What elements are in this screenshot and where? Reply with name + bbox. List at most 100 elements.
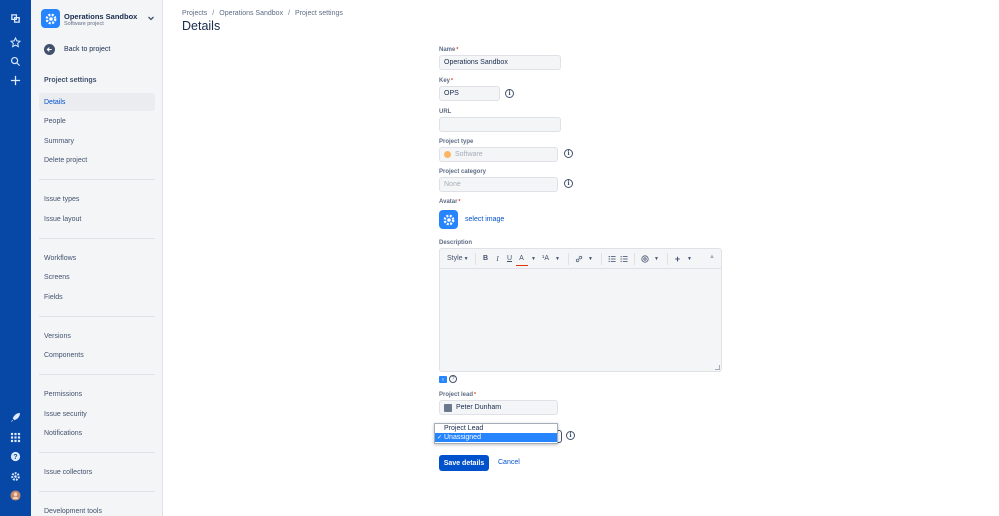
- project-lead-label: Project lead*: [439, 392, 476, 398]
- project-type-label: Project type: [439, 139, 474, 145]
- star-icon[interactable]: [9, 36, 22, 49]
- resize-handle-icon[interactable]: [715, 365, 720, 370]
- sidebar-item-issue-types[interactable]: Issue types: [39, 190, 155, 208]
- project-category-select[interactable]: None: [439, 177, 558, 192]
- insert-more-button[interactable]: +: [672, 252, 684, 266]
- save-details-button[interactable]: Save details: [439, 455, 489, 471]
- select-image-link[interactable]: select image: [465, 216, 504, 223]
- chevron-down-icon[interactable]: ▼: [684, 252, 696, 266]
- divider: [39, 374, 155, 375]
- sidebar-item-notifications[interactable]: Notifications: [39, 424, 155, 442]
- divider: [39, 238, 155, 239]
- name-label: Name*: [439, 47, 459, 53]
- url-label: URL: [439, 109, 452, 115]
- sidebar-item-workflows[interactable]: Workflows: [39, 249, 155, 267]
- text-size-button[interactable]: ¹A: [540, 252, 552, 266]
- info-icon[interactable]: i: [505, 89, 514, 98]
- project-settings-title: Project settings: [44, 77, 97, 84]
- toolbar-separator: [474, 252, 476, 265]
- editor-toolbar: Style ▼ B I U A ▼ ¹A ▼ ▼ ▼ + ▼: [440, 249, 721, 269]
- sidebar-item-issue-collectors[interactable]: Issue collectors: [39, 463, 155, 481]
- chevron-down-icon[interactable]: ▼: [552, 252, 564, 266]
- avatar: [444, 403, 452, 412]
- chevron-down-icon[interactable]: ▼: [585, 252, 597, 266]
- breadcrumb: Projects / Operations Sandbox / Project …: [182, 10, 343, 17]
- info-icon[interactable]: i: [564, 179, 573, 188]
- style-dropdown[interactable]: Style ▼: [445, 252, 471, 266]
- dropdown-option-unassigned[interactable]: ✓ Unassigned: [435, 433, 557, 442]
- sidebar-item-issue-security[interactable]: Issue security: [39, 405, 155, 423]
- breadcrumb-project[interactable]: Operations Sandbox: [219, 10, 283, 17]
- help-icon[interactable]: ?: [449, 375, 457, 383]
- software-type-icon: [444, 151, 451, 158]
- bold-button[interactable]: B: [480, 252, 492, 266]
- key-input[interactable]: OPS: [439, 86, 500, 101]
- mention-icon[interactable]: [639, 252, 651, 266]
- sidebar-item-summary[interactable]: Summary: [39, 132, 155, 150]
- back-to-project-label: Back to project: [64, 45, 111, 53]
- chevron-down-icon[interactable]: [147, 14, 155, 22]
- svg-text:?: ?: [13, 454, 17, 461]
- toolbar-separator: [567, 252, 569, 265]
- wiki-markup-icon[interactable]: ≡: [439, 376, 447, 383]
- user-avatar[interactable]: [9, 489, 22, 502]
- avatar-label: Avatar*: [439, 199, 461, 205]
- sidebar-item-people[interactable]: People: [39, 112, 155, 130]
- underline-button[interactable]: U: [504, 252, 516, 266]
- sidebar-item-delete-project[interactable]: Delete project: [39, 151, 155, 169]
- jira-logo-icon[interactable]: [9, 12, 22, 25]
- sidebar-item-fields[interactable]: Fields: [39, 288, 155, 306]
- rocket-icon[interactable]: [9, 411, 22, 424]
- sidebar-item-details[interactable]: Details: [39, 93, 155, 111]
- breadcrumb-separator: /: [212, 10, 215, 17]
- cancel-button[interactable]: Cancel: [498, 459, 520, 466]
- breadcrumb-project-settings[interactable]: Project settings: [295, 10, 343, 17]
- sidebar-item-development-tools[interactable]: Development tools: [39, 502, 155, 516]
- name-input[interactable]: Operations Sandbox: [439, 55, 561, 70]
- search-icon[interactable]: [9, 55, 22, 68]
- apps-grid-icon[interactable]: [9, 431, 22, 444]
- toolbar-separator: [633, 252, 635, 265]
- divider: [39, 491, 155, 492]
- sidebar-item-screens[interactable]: Screens: [39, 268, 155, 286]
- dropdown-option-project-lead[interactable]: Project Lead: [435, 424, 557, 433]
- bullet-list-icon[interactable]: [606, 252, 618, 266]
- sidebar-item-versions[interactable]: Versions: [39, 327, 155, 345]
- project-header[interactable]: Operations Sandbox Software project: [41, 9, 159, 29]
- breadcrumb-separator: /: [288, 10, 291, 17]
- default-assignee-dropdown[interactable]: Project Lead ✓ Unassigned: [434, 423, 558, 444]
- back-to-project-link[interactable]: Back to project: [44, 43, 110, 55]
- url-input[interactable]: [439, 117, 561, 132]
- global-nav: ?: [0, 0, 31, 516]
- numbered-list-icon[interactable]: [618, 252, 630, 266]
- collapse-toolbar-icon[interactable]: ▲: [709, 254, 715, 260]
- gear-icon[interactable]: [9, 470, 22, 483]
- project-sidebar: Operations Sandbox Software project Back…: [31, 0, 163, 516]
- project-lead-input[interactable]: Peter Dunham: [439, 400, 558, 415]
- sidebar-item-issue-layout[interactable]: Issue layout: [39, 210, 155, 228]
- chevron-down-icon[interactable]: ▼: [528, 252, 540, 266]
- checkmark-icon: ✓: [437, 435, 443, 441]
- link-icon[interactable]: [573, 252, 585, 266]
- key-label: Key*: [439, 78, 453, 84]
- divider: [39, 179, 155, 180]
- divider: [39, 316, 155, 317]
- toolbar-separator: [600, 252, 602, 265]
- project-type-select: Software: [439, 147, 558, 162]
- project-avatar-image[interactable]: [439, 210, 458, 229]
- text-color-button[interactable]: A: [515, 252, 528, 266]
- project-category-label: Project category: [439, 169, 487, 175]
- info-icon[interactable]: i: [566, 431, 575, 440]
- project-avatar: [41, 9, 60, 28]
- italic-button[interactable]: I: [492, 252, 504, 266]
- info-icon[interactable]: i: [564, 149, 573, 158]
- sidebar-item-permissions[interactable]: Permissions: [39, 385, 155, 403]
- description-editor[interactable]: Style ▼ B I U A ▼ ¹A ▼ ▼ ▼ + ▼ ▲: [439, 248, 722, 372]
- create-icon[interactable]: [9, 74, 22, 87]
- help-icon[interactable]: ?: [9, 450, 22, 463]
- sidebar-item-components[interactable]: Components: [39, 346, 155, 364]
- chevron-down-icon[interactable]: ▼: [651, 252, 663, 266]
- arrow-left-icon: [44, 43, 55, 55]
- breadcrumb-projects[interactable]: Projects: [182, 10, 207, 17]
- page-title: Details: [182, 19, 221, 33]
